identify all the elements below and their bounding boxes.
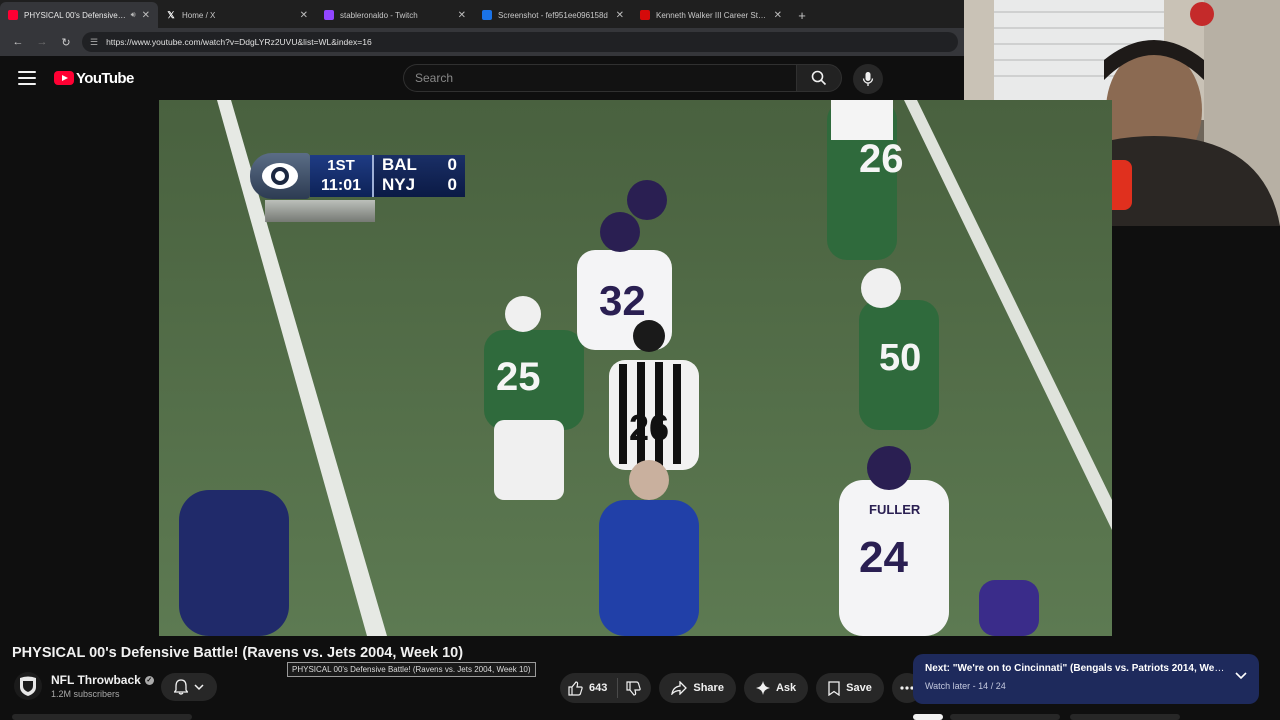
- close-tab-icon[interactable]: ✕: [458, 10, 466, 21]
- browser-tab[interactable]: stableronaldo - Twitch ✕: [316, 2, 474, 28]
- team-abbr: NYJ: [382, 175, 416, 194]
- svg-text:FULLER: FULLER: [869, 502, 921, 517]
- next-prefix: Next:: [925, 663, 951, 674]
- save-button[interactable]: Save: [816, 673, 884, 703]
- more-horizontal-icon: [900, 686, 914, 690]
- verified-icon: ✓: [144, 675, 154, 685]
- browser-tab[interactable]: PHYSICAL 00's Defensive Ba 🔊︎ ✕: [0, 2, 158, 28]
- voice-search-button[interactable]: [853, 64, 883, 94]
- quarter: 1ST: [327, 157, 355, 174]
- sparkle-icon: [755, 681, 770, 695]
- browser-toolbar: ← → ↻ ☰ https://www.youtube.com/watch?v=…: [0, 28, 964, 56]
- youtube-favicon-icon: [8, 10, 18, 20]
- new-tab-icon[interactable]: +: [790, 2, 814, 28]
- playlist-position: Watch later - 14 / 24: [925, 681, 1006, 691]
- team-abbr: BAL: [382, 155, 417, 174]
- search-input[interactable]: Search: [403, 64, 796, 92]
- bell-icon: [174, 679, 188, 695]
- like-dislike-group: 643: [560, 673, 652, 703]
- menu-icon[interactable]: [18, 71, 36, 85]
- back-arrow-icon[interactable]: ←: [6, 30, 30, 54]
- svg-text:25: 25: [496, 355, 541, 399]
- share-button[interactable]: Share: [659, 673, 736, 703]
- search-button[interactable]: [796, 64, 842, 92]
- close-tab-icon[interactable]: ✕: [616, 10, 624, 21]
- chevron-down-icon[interactable]: [1235, 671, 1247, 681]
- twitch-favicon-icon: [324, 10, 334, 20]
- channel-avatar[interactable]: [14, 672, 42, 700]
- browser-tab[interactable]: 𝕏 Home / X ✕: [158, 2, 316, 28]
- cbs-eye-icon: [250, 153, 310, 199]
- close-tab-icon[interactable]: ✕: [774, 10, 782, 21]
- scorebug-strip: [265, 200, 375, 222]
- score-panel: BAL 0 NYJ 0: [372, 155, 465, 197]
- next-video-title: "We're on to Cincinnati" (Bengals vs. Pa…: [952, 663, 1225, 674]
- browser-tab[interactable]: Screenshot - fef951ee096158d ✕: [474, 2, 632, 28]
- svg-text:24: 24: [859, 533, 908, 582]
- youtube-play-icon: [54, 71, 74, 85]
- save-label: Save: [846, 682, 872, 694]
- chevron-down-icon: [194, 684, 204, 691]
- search-placeholder: Search: [415, 71, 454, 85]
- like-button[interactable]: 643: [560, 673, 617, 703]
- close-tab-icon[interactable]: ✕: [300, 10, 308, 21]
- video-title: PHYSICAL 00's Defensive Battle! (Ravens …: [12, 645, 464, 661]
- team-score: 0: [447, 155, 457, 174]
- share-label: Share: [693, 682, 724, 694]
- ask-label: Ask: [775, 682, 797, 694]
- browser-tab[interactable]: Kenneth Walker III Career Stats ✕: [632, 2, 790, 28]
- scorebug: 1ST 11:01 BAL 0 NYJ 0: [250, 153, 465, 199]
- thumbs-down-icon: [626, 680, 642, 696]
- game-clock-panel: 1ST 11:01: [310, 155, 372, 197]
- logo-text: YouTube: [76, 69, 134, 87]
- youtube-header: YouTube Search: [0, 56, 964, 100]
- channel-info[interactable]: NFL Throwback ✓ 1.2M subscribers: [14, 672, 154, 700]
- bottom-chips-strip: [0, 710, 1280, 720]
- url-text: https://www.youtube.com/watch?v=DdgLYRz2…: [106, 37, 372, 47]
- share-icon: [671, 681, 688, 695]
- screenshot-favicon-icon: [482, 10, 492, 20]
- team-score-row: NYJ 0: [374, 175, 465, 195]
- game-clock: 11:01: [320, 177, 362, 194]
- x-favicon-icon: 𝕏: [167, 10, 175, 20]
- tab-title: Home / X: [182, 10, 216, 20]
- forward-arrow-icon[interactable]: →: [30, 30, 54, 54]
- tab-title: Kenneth Walker III Career Stats: [656, 10, 768, 20]
- address-bar[interactable]: ☰ https://www.youtube.com/watch?v=DdgLYR…: [82, 32, 958, 52]
- subscriber-count: 1.2M subscribers: [51, 689, 120, 699]
- nfl-shield-icon: [20, 676, 36, 696]
- svg-text:26: 26: [629, 407, 669, 448]
- notifications-button[interactable]: [161, 673, 217, 701]
- channel-name[interactable]: NFL Throwback: [51, 673, 141, 687]
- ask-button[interactable]: Ask: [743, 673, 809, 703]
- bookmark-icon: [828, 680, 840, 696]
- thumbs-up-icon: [568, 680, 583, 696]
- tab-title: stableronaldo - Twitch: [340, 10, 418, 20]
- title-tooltip: PHYSICAL 00's Defensive Battle! (Ravens …: [287, 662, 536, 677]
- search-icon: [811, 70, 827, 86]
- tab-title: Screenshot - fef951ee096158d: [498, 10, 608, 20]
- like-count: 643: [589, 682, 608, 694]
- next-video-card[interactable]: Next: "We're on to Cincinnati" (Bengals …: [913, 654, 1259, 704]
- svg-text:50: 50: [879, 337, 921, 379]
- stats-favicon-icon: [640, 10, 650, 20]
- youtube-logo[interactable]: YouTube: [54, 70, 134, 87]
- dislike-button[interactable]: [618, 673, 651, 703]
- team-score-row: BAL 0: [374, 155, 465, 175]
- speaker-icon[interactable]: 🔊︎: [131, 10, 136, 20]
- browser-tab-strip: PHYSICAL 00's Defensive Ba 🔊︎ ✕ 𝕏 Home /…: [0, 0, 964, 28]
- reload-icon[interactable]: ↻: [54, 30, 78, 54]
- svg-text:26: 26: [859, 137, 904, 181]
- tab-title: PHYSICAL 00's Defensive Ba: [24, 10, 127, 20]
- close-tab-icon[interactable]: ✕: [142, 10, 150, 21]
- video-actions: 643 Share Ask Save: [560, 673, 922, 703]
- svg-text:32: 32: [599, 277, 646, 324]
- site-info-icon[interactable]: ☰: [90, 37, 98, 48]
- team-score: 0: [447, 175, 457, 194]
- microphone-icon: [862, 72, 874, 86]
